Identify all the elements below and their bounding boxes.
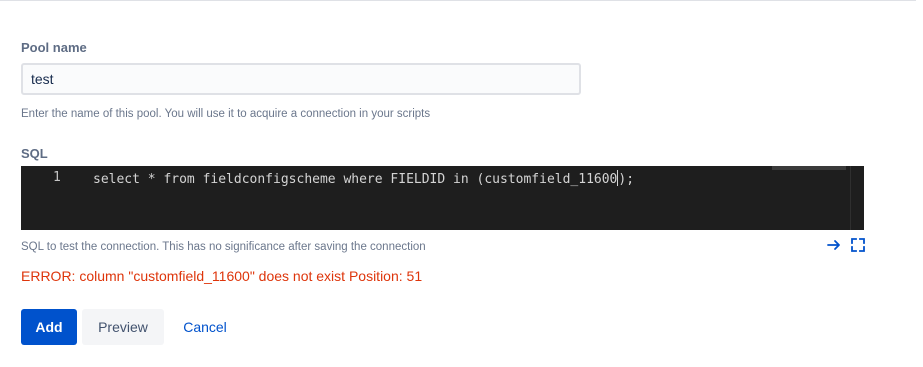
sql-help: SQL to test the connection. This has no … [21, 241, 426, 253]
arrow-right-icon[interactable] [827, 238, 841, 252]
cancel-button[interactable]: Cancel [169, 309, 241, 345]
editor-scrollbar[interactable] [850, 166, 864, 230]
pool-name-label: Pool name [21, 40, 87, 55]
preview-button[interactable]: Preview [82, 309, 164, 345]
pool-name-input[interactable] [21, 63, 581, 95]
error-message: ERROR: column "customfield_11600" does n… [21, 268, 423, 284]
code-before-cursor: select * from fieldconfigscheme where FI… [93, 172, 618, 187]
form-actions: Add Preview Cancel [21, 309, 241, 345]
code-after-cursor: ); [618, 172, 635, 187]
sql-editor[interactable]: 1 select * from fieldconfigscheme where … [21, 166, 864, 230]
add-button[interactable]: Add [21, 309, 77, 345]
line-number: 1 [53, 170, 61, 185]
top-divider [0, 0, 916, 1]
editor-tools [827, 238, 865, 252]
code-line[interactable]: select * from fieldconfigscheme where FI… [93, 170, 634, 187]
sql-label: SQL [21, 146, 48, 161]
pool-name-help: Enter the name of this pool. You will us… [21, 108, 431, 120]
editor-minimap[interactable] [772, 166, 846, 170]
expand-icon[interactable] [851, 238, 865, 252]
